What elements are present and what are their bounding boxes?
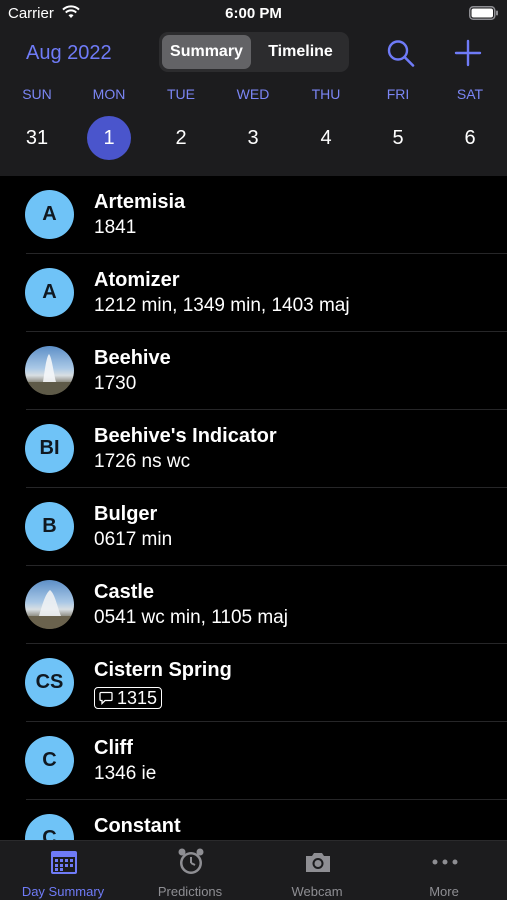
- date-1-selected[interactable]: 1: [87, 116, 131, 160]
- list-item[interactable]: CS Cistern Spring 1315: [0, 644, 507, 722]
- eruption-time-with-comment: 1315: [94, 687, 163, 709]
- avatar: B: [25, 502, 74, 551]
- eruption-times: 1346 ie: [94, 763, 157, 784]
- segment-summary[interactable]: Summary: [162, 35, 251, 69]
- list-item[interactable]: Beehive 1730: [0, 332, 507, 410]
- battery-icon: [469, 6, 498, 20]
- geyser-name: Castle: [94, 581, 155, 603]
- tab-label: Day Summary: [21, 884, 105, 899]
- weekday-tue: TUE: [167, 86, 195, 102]
- avatar: A: [25, 190, 74, 239]
- eruption-times: 1841: [94, 217, 137, 238]
- plus-icon[interactable]: [454, 39, 482, 67]
- tab-more[interactable]: More: [381, 841, 507, 900]
- tab-label: Webcam: [291, 884, 343, 899]
- camera-icon: [306, 853, 330, 872]
- geyser-name: Constant: [94, 815, 181, 837]
- geyser-name: Cistern Spring: [94, 659, 232, 681]
- weekday-wed: WED: [236, 86, 270, 102]
- weekday-sun: SUN: [22, 86, 52, 102]
- weekday-fri: FRI: [386, 86, 410, 102]
- list-item[interactable]: A Atomizer 1212 min, 1349 min, 1403 maj: [0, 254, 507, 332]
- tab-day-summary[interactable]: Day Summary: [0, 841, 126, 900]
- geyser-name: Beehive's Indicator: [94, 425, 277, 447]
- segment-timeline[interactable]: Timeline: [255, 35, 346, 69]
- tab-webcam[interactable]: Webcam: [254, 841, 380, 900]
- eruption-times: 1730: [94, 373, 137, 394]
- list-item[interactable]: Castle 0541 wc min, 1105 maj: [0, 566, 507, 644]
- date-5[interactable]: 5: [376, 116, 420, 160]
- geyser-photo-avatar: [25, 346, 74, 395]
- clock: 6:00 PM: [225, 5, 282, 22]
- calendar-header: Aug 2022 Summary Timeline SUN MON TUE WE…: [0, 28, 507, 176]
- weekday-mon: MON: [92, 86, 126, 102]
- geyser-name: Beehive: [94, 347, 171, 369]
- alarm-clock-icon: [178, 848, 204, 874]
- geyser-list: A Artemisia 1841 A Atomizer 1212 min, 13…: [0, 176, 507, 840]
- tab-predictions[interactable]: Predictions: [127, 841, 253, 900]
- list-item[interactable]: C Cliff 1346 ie: [0, 722, 507, 800]
- list-item[interactable]: A Artemisia 1841: [0, 176, 507, 254]
- tab-bar: Day Summary Predictions Webcam More: [0, 840, 507, 900]
- date-31[interactable]: 31: [15, 116, 59, 160]
- avatar: BI: [25, 424, 74, 473]
- view-mode-segmented-control: Summary Timeline: [159, 32, 349, 72]
- geyser-name: Artemisia: [94, 191, 186, 213]
- eruption-times: 1726 ns wc: [94, 451, 191, 472]
- list-item[interactable]: C Constant: [0, 800, 507, 840]
- date-6[interactable]: 6: [448, 116, 492, 160]
- date-2[interactable]: 2: [159, 116, 203, 160]
- calendar-grid-icon: [51, 851, 77, 874]
- eruption-times: 0541 wc min, 1105 maj: [94, 607, 288, 628]
- ellipsis-icon: [432, 859, 458, 865]
- list-item[interactable]: BI Beehive's Indicator 1726 ns wc: [0, 410, 507, 488]
- date-4[interactable]: 4: [304, 116, 348, 160]
- avatar: C: [25, 814, 74, 840]
- comment-bubble-icon: [99, 691, 113, 705]
- status-bar: Carrier 6:00 PM: [0, 0, 507, 28]
- tab-label: More: [429, 884, 459, 899]
- date-3[interactable]: 3: [231, 116, 275, 160]
- geyser-name: Cliff: [94, 737, 133, 759]
- week-date-strip: 31 1 2 3 4 5 6: [0, 116, 507, 160]
- magnifying-glass-icon[interactable]: [386, 39, 416, 67]
- month-year-button[interactable]: Aug 2022: [26, 42, 112, 65]
- eruption-times: 1315: [117, 688, 158, 708]
- geyser-name: Atomizer: [94, 269, 180, 291]
- geyser-photo-avatar: [25, 580, 74, 629]
- weekday-thu: THU: [311, 86, 341, 102]
- weekday-labels: SUN MON TUE WED THU FRI SAT: [0, 86, 507, 102]
- eruption-times: 0617 min: [94, 529, 173, 550]
- list-item[interactable]: B Bulger 0617 min: [0, 488, 507, 566]
- avatar: CS: [25, 658, 74, 707]
- geyser-name: Bulger: [94, 503, 158, 525]
- avatar: A: [25, 268, 74, 317]
- eruption-times: 1212 min, 1349 min, 1403 maj: [94, 295, 350, 316]
- weekday-sat: SAT: [456, 86, 484, 102]
- tab-label: Predictions: [157, 884, 223, 899]
- avatar: C: [25, 736, 74, 785]
